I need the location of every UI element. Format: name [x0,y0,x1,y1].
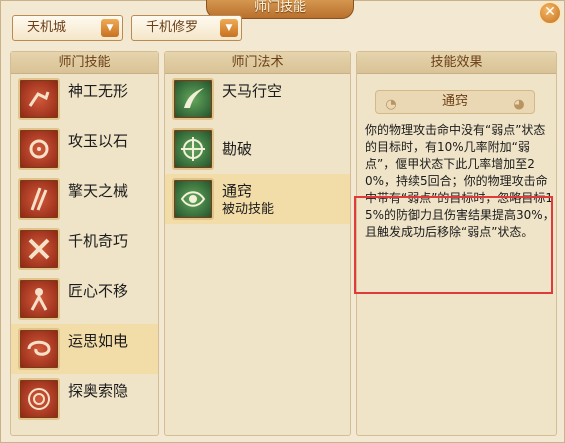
effect-skill-title: ◔ 通窍 ◕ [375,90,535,114]
spell-name: 勘破 [222,140,253,158]
spells-panel-header: 师门法术 [165,52,350,74]
figure-icon [18,278,60,320]
close-icon: ✕ [544,4,556,20]
skill-name: 神工无形 [68,82,129,100]
skill-name: 探奥索隐 [68,382,129,400]
skill-name: 攻玉以石 [68,132,129,150]
spells-panel: 师门法术 天马行空 勘破 通窍 被动技能 [164,51,351,436]
chevron-down-icon[interactable]: ▼ [101,19,119,37]
skill-item[interactable]: 擎天之械 [11,174,158,224]
school-dropdown-value: 千机修罗 [146,20,199,35]
hand-icon [18,78,60,120]
gear-figure-icon [18,128,60,170]
skill-item-selected[interactable]: 运思如电 [11,324,158,374]
cross-tool-icon [18,228,60,270]
spell-subtitle: 被动技能 [222,202,275,217]
eye-icon [172,178,214,220]
effect-skill-title-text: 通窍 [441,94,468,109]
pillar-icon [18,178,60,220]
skill-item[interactable]: 探奥索隐 [11,374,158,424]
skill-item[interactable]: 匠心不移 [11,274,158,324]
school-dropdown[interactable]: 千机修罗 ▼ [131,15,242,41]
swirl-icon [18,328,60,370]
skills-list: 神工无形 攻玉以石 擎天之械 千机奇巧 匠心不移 运思如电 探奥索隐 [11,74,158,424]
cloud-ornament-icon: ◕ [513,97,525,112]
highlight-box [354,196,553,294]
spell-item-selected[interactable]: 通窍 被动技能 [165,174,350,224]
spell-item[interactable]: 勘破 [165,124,350,174]
skill-item[interactable]: 千机奇巧 [11,224,158,274]
spells-list: 天马行空 勘破 通窍 被动技能 [165,74,350,224]
skill-name: 运思如电 [68,332,129,350]
spell-name: 天马行空 [222,82,283,100]
faction-dropdown[interactable]: 天机城 ▼ [12,15,123,41]
skill-name: 擎天之械 [68,182,129,200]
target-icon [172,128,214,170]
spell-item[interactable]: 天马行空 [165,74,350,124]
chevron-down-icon[interactable]: ▼ [220,19,238,37]
wing-icon [172,78,214,120]
skills-panel-header: 师门技能 [11,52,158,74]
cloud-ornament-icon: ◔ [385,97,397,112]
faction-dropdown-value: 天机城 [27,20,67,35]
skill-item[interactable]: 神工无形 [11,74,158,124]
effect-panel-header: 技能效果 [357,52,556,74]
skill-name: 千机奇巧 [68,232,129,250]
skill-name: 匠心不移 [68,282,129,300]
vortex-icon [18,378,60,420]
skills-panel: 师门技能 神工无形 攻玉以石 擎天之械 千机奇巧 匠心不移 运思如电 探奥索隐 [10,51,159,436]
close-button[interactable]: ✕ [538,1,562,25]
skill-item[interactable]: 攻玉以石 [11,124,158,174]
